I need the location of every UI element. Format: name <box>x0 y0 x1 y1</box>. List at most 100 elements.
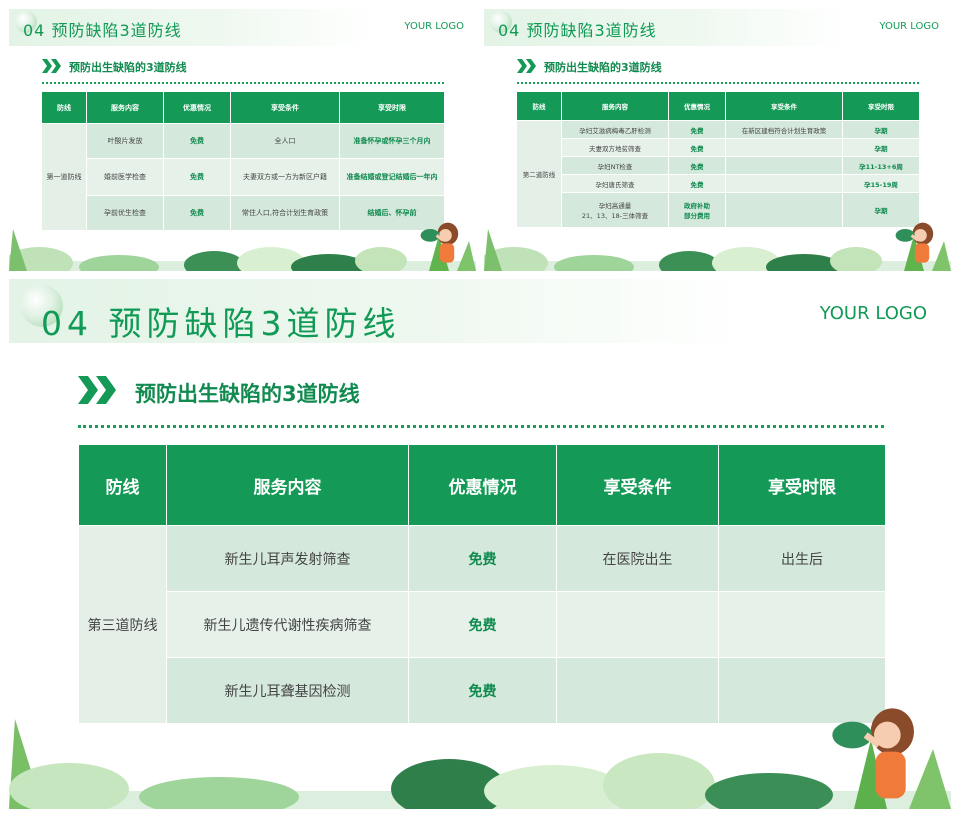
condition-cell <box>726 139 842 156</box>
table-row: 孕妇唐氏筛查 免费 孕15-19周 <box>517 175 919 192</box>
condition-cell: 常住人口,符合计划生育政策 <box>231 196 339 230</box>
service-cell-line1: 孕妇高通量 <box>598 202 632 210</box>
section-title: 预防出生缺陷的3道防线 <box>544 61 662 74</box>
discount-cell: 免费 <box>164 124 230 158</box>
period-cell: 孕期 <box>843 139 919 156</box>
double-chevron-icon <box>42 59 61 73</box>
period-cell: 孕期 <box>843 121 919 138</box>
condition-cell <box>726 193 842 227</box>
service-cell: 婚前医学检查 <box>87 159 163 195</box>
discount-cell: 免费 <box>409 526 556 591</box>
table-row: 孕前优生检查 免费 常住人口,符合计划生育政策 结婚后、怀孕前 <box>42 196 444 230</box>
table-row: 孕妇NT检查 免费 孕11-13+6周 <box>517 157 919 174</box>
col-header-period: 享受时限 <box>340 92 444 123</box>
defense-table-3: 防线 服务内容 优惠情况 享受条件 享受时限 第三道防线 新生儿耳声发射筛查 免… <box>78 444 886 724</box>
defense-table-2: 防线 服务内容 优惠情况 享受条件 享受时限 第二道防线 孕妇艾滋病梅毒乙肝检测… <box>516 91 920 228</box>
header-title: 04 预防缺陷3道防线 <box>41 297 401 345</box>
service-cell: 孕前优生检查 <box>87 196 163 230</box>
header-title: 04 预防缺陷3道防线 <box>498 17 657 41</box>
logo: YOUR LOGO <box>819 303 927 324</box>
table-header-row: 防线 服务内容 优惠情况 享受条件 享受时限 <box>517 92 919 120</box>
table-header-row: 防线 服务内容 优惠情况 享受条件 享受时限 <box>42 92 444 123</box>
table-row: 第二道防线 孕妇艾滋病梅毒乙肝检测 免费 在新区建档符合计划生育政策 孕期 <box>517 121 919 227</box>
header-title-text: 预防缺陷3道防线 <box>108 304 401 343</box>
condition-cell <box>726 157 842 174</box>
condition-cell: 在医院出生 <box>557 526 718 591</box>
logo: YOUR LOGO <box>404 21 464 32</box>
service-cell: 孕妇NT检查 <box>562 157 668 174</box>
table-row: 第一道防线 叶酸片发放 免费 全人口 准备怀孕或怀孕三个月内 <box>42 124 444 230</box>
col-header-service: 服务内容 <box>87 92 163 123</box>
section-title: 预防出生缺陷的3道防线 <box>69 61 187 74</box>
table-row: 婚前医学检查 免费 夫妻双方或一方为新区户籍 准备结婚或登记结婚后一年内 <box>42 159 444 195</box>
period-cell: 孕15-19周 <box>843 175 919 192</box>
service-cell: 叶酸片发放 <box>87 124 163 158</box>
defense-line-label: 第三道防线 <box>79 526 166 723</box>
discount-cell: 免费 <box>164 196 230 230</box>
condition-cell <box>557 658 718 723</box>
col-header-period: 享受时限 <box>719 445 885 525</box>
condition-cell <box>557 592 718 657</box>
discount-cell-line1: 政府补助 <box>684 202 710 210</box>
leaf-decoration <box>484 229 951 271</box>
col-header-discount: 优惠情况 <box>164 92 230 123</box>
service-cell-line2: 21、13、18-三体筛查 <box>581 212 649 220</box>
table-row: 孕妇高通量 21、13、18-三体筛查 政府补助 部分费用 孕期 <box>517 193 919 227</box>
col-header-discount: 优惠情况 <box>409 445 556 525</box>
discount-cell: 免费 <box>409 592 556 657</box>
condition-cell: 全人口 <box>231 124 339 158</box>
double-chevron-icon <box>517 59 536 73</box>
leaf-decoration <box>9 719 951 809</box>
col-header-line: 防线 <box>79 445 166 525</box>
slide-thumbnail-second-line[interactable]: 04 预防缺陷3道防线 YOUR LOGO 预防出生缺陷的3道防线 防线 服务内… <box>484 9 951 271</box>
dotted-divider <box>78 425 884 428</box>
logo: YOUR LOGO <box>879 21 939 32</box>
discount-cell: 免费 <box>669 139 725 156</box>
girl-illustration <box>832 708 914 799</box>
period-cell: 出生后 <box>719 526 885 591</box>
condition-cell: 在新区建档符合计划生育政策 <box>726 121 842 138</box>
col-header-condition: 享受条件 <box>557 445 718 525</box>
col-header-line: 防线 <box>42 92 86 123</box>
header-title: 04 预防缺陷3道防线 <box>23 17 182 41</box>
table-header-row: 防线 服务内容 优惠情况 享受条件 享受时限 <box>79 445 885 525</box>
leaf-decoration <box>9 229 476 271</box>
girl-illustration <box>895 222 934 263</box>
dotted-divider <box>517 82 919 84</box>
table-row: 新生儿耳聋基因检测 免费 <box>79 658 885 723</box>
service-cell: 新生儿遗传代谢性疾病筛查 <box>167 592 408 657</box>
girl-illustration <box>420 222 459 263</box>
header-number: 04 <box>23 21 46 40</box>
service-cell: 新生儿耳聋基因检测 <box>167 658 408 723</box>
col-header-service: 服务内容 <box>562 92 668 120</box>
service-cell: 孕妇艾滋病梅毒乙肝检测 <box>562 121 668 138</box>
discount-cell: 免费 <box>409 658 556 723</box>
slide-thumbnail-first-line[interactable]: 04 预防缺陷3道防线 YOUR LOGO 预防出生缺陷的3道防线 防线 服务内… <box>9 9 476 271</box>
header-number: 04 <box>41 304 93 343</box>
discount-cell: 免费 <box>669 121 725 138</box>
defense-table-1: 防线 服务内容 优惠情况 享受条件 享受时限 第一道防线 叶酸片发放 免费 全人… <box>41 91 445 231</box>
period-cell <box>719 592 885 657</box>
service-cell: 新生儿耳声发射筛查 <box>167 526 408 591</box>
table-row: 第三道防线 新生儿耳声发射筛查 免费 在医院出生 出生后 <box>79 526 885 723</box>
col-header-service: 服务内容 <box>167 445 408 525</box>
discount-cell-line2: 部分费用 <box>684 212 710 220</box>
header-title-text: 预防缺陷3道防线 <box>526 21 657 40</box>
defense-line-label: 第一道防线 <box>42 124 86 230</box>
condition-cell <box>726 175 842 192</box>
col-header-discount: 优惠情况 <box>669 92 725 120</box>
service-cell: 孕妇高通量 21、13、18-三体筛查 <box>562 193 668 227</box>
slide-third-line[interactable]: 04 预防缺陷3道防线 YOUR LOGO 预防出生缺陷的3道防线 防线 服务内… <box>9 279 951 809</box>
period-cell: 准备怀孕或怀孕三个月内 <box>340 124 444 158</box>
defense-line-label: 第二道防线 <box>517 121 561 227</box>
service-cell: 孕妇唐氏筛查 <box>562 175 668 192</box>
double-chevron-icon <box>78 376 116 404</box>
discount-cell: 免费 <box>164 159 230 195</box>
col-header-line: 防线 <box>517 92 561 120</box>
period-cell: 准备结婚或登记结婚后一年内 <box>340 159 444 195</box>
table-row: 新生儿遗传代谢性疾病筛查 免费 <box>79 592 885 657</box>
period-cell: 孕11-13+6周 <box>843 157 919 174</box>
col-header-period: 享受时限 <box>843 92 919 120</box>
condition-cell: 夫妻双方或一方为新区户籍 <box>231 159 339 195</box>
table-row: 夫妻双方地贫筛查 免费 孕期 <box>517 139 919 156</box>
